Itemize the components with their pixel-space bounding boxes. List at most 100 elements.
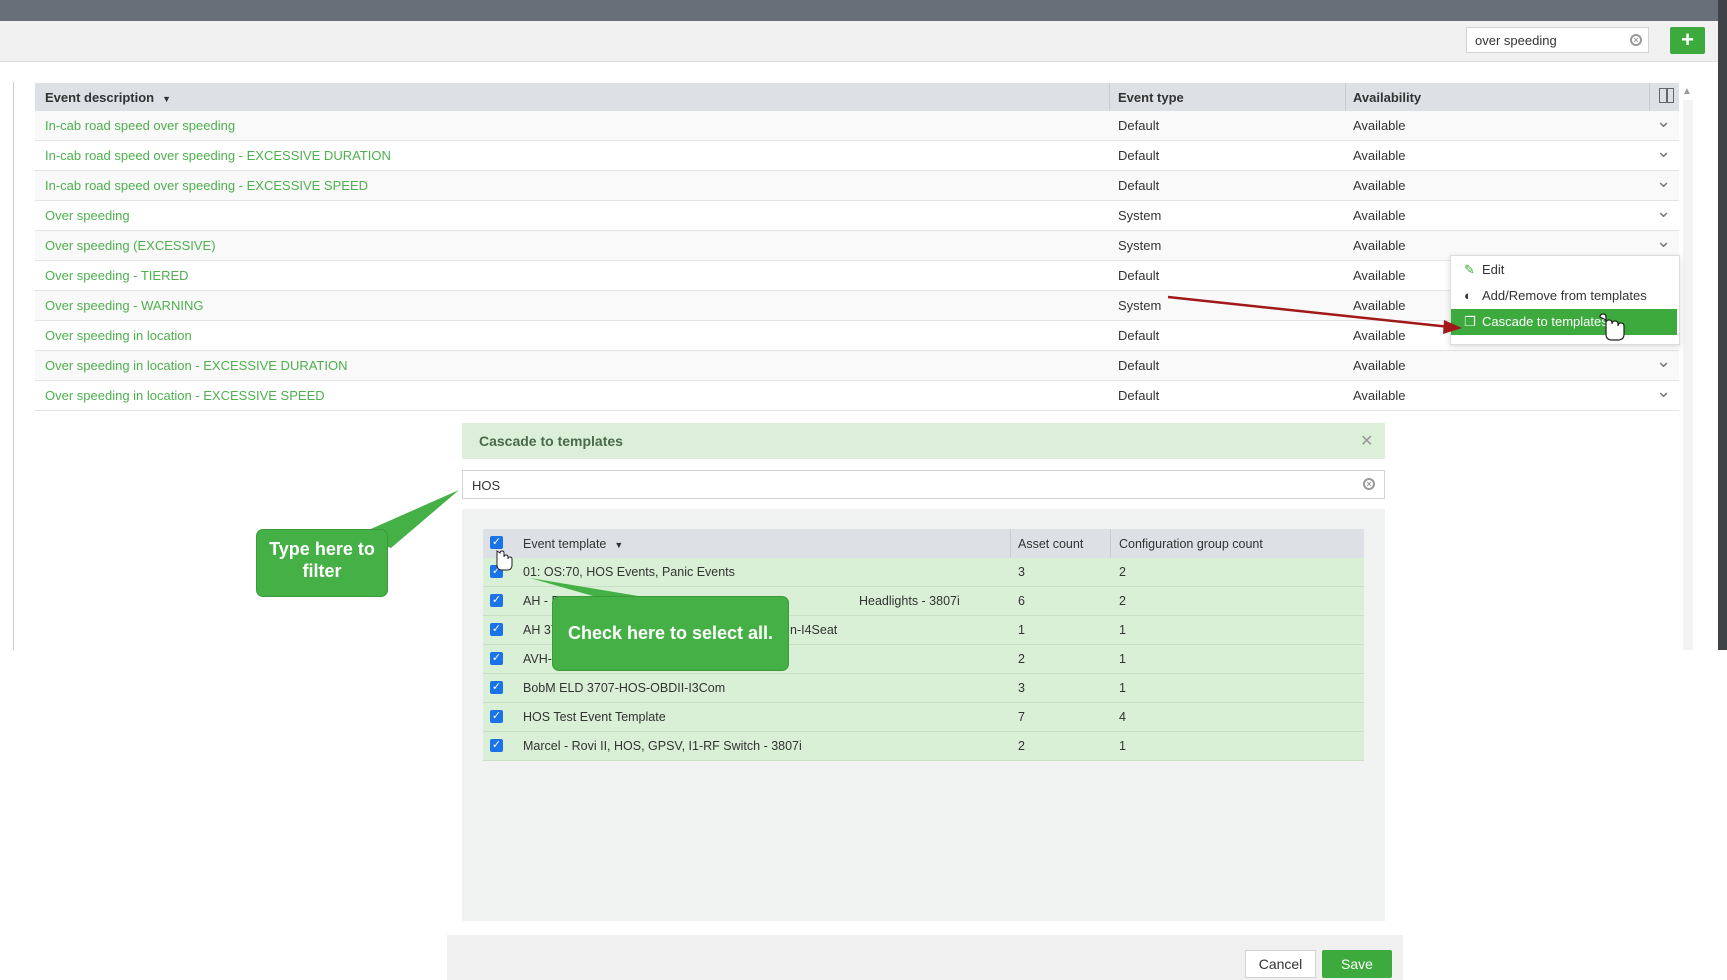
cancel-button[interactable]: Cancel bbox=[1245, 950, 1316, 978]
row-menu-chevron-icon[interactable]: ⌄ bbox=[1656, 231, 1671, 252]
row-menu-chevron-icon[interactable]: ⌄ bbox=[1656, 201, 1671, 222]
menu-item-label: Cascade to templates bbox=[1482, 314, 1608, 329]
column-header-template[interactable]: Event template ▼ bbox=[523, 537, 623, 551]
modal-title: Cascade to templates bbox=[479, 433, 623, 449]
event-type: Default bbox=[1118, 328, 1160, 343]
menu-item-cascade[interactable]: ❐ Cascade to templates bbox=[1451, 309, 1677, 335]
clear-filter-icon[interactable]: × bbox=[1363, 478, 1375, 490]
template-filter[interactable]: × bbox=[462, 470, 1385, 499]
row-menu-chevron-icon[interactable]: ⌄ bbox=[1656, 171, 1671, 192]
event-type: Default bbox=[1118, 148, 1160, 163]
event-description-link[interactable]: Over speeding - WARNING bbox=[45, 298, 203, 313]
row-checkbox[interactable]: ✓ bbox=[490, 739, 503, 752]
select-all-checkbox[interactable]: ✓ bbox=[490, 536, 503, 549]
grid-scrollbar[interactable] bbox=[1683, 100, 1693, 650]
config-group-count: 1 bbox=[1119, 652, 1126, 666]
event-type: Default bbox=[1118, 118, 1160, 133]
column-chooser-icon[interactable] bbox=[1659, 88, 1674, 103]
callout-filter: Type here to filter bbox=[257, 530, 387, 596]
left-panel-edge bbox=[0, 82, 14, 650]
availability: Available bbox=[1353, 268, 1406, 283]
availability: Available bbox=[1353, 358, 1406, 373]
config-group-count: 2 bbox=[1119, 594, 1126, 608]
column-header-assets[interactable]: Asset count bbox=[1018, 537, 1083, 551]
sort-desc-icon: ▼ bbox=[614, 539, 624, 550]
row-checkbox[interactable]: ✓ bbox=[490, 623, 503, 636]
save-button[interactable]: Save bbox=[1322, 950, 1392, 978]
availability: Available bbox=[1353, 148, 1406, 163]
availability: Available bbox=[1353, 118, 1406, 133]
menu-item-add-remove[interactable]: ◐ Add/Remove from templates bbox=[1451, 283, 1677, 309]
menu-item-label: Add/Remove from templates bbox=[1482, 288, 1647, 303]
template-name: Marcel - Rovi II, HOS, GPSV, I1-RF Switc… bbox=[523, 739, 802, 753]
table-row[interactable]: Over speeding System Available ⌄ bbox=[35, 201, 1679, 231]
add-button[interactable]: + bbox=[1670, 27, 1705, 54]
template-filter-input[interactable] bbox=[470, 477, 1324, 494]
column-header-type[interactable]: Event type bbox=[1118, 90, 1184, 105]
row-checkbox[interactable]: ✓ bbox=[490, 565, 503, 578]
row-menu-chevron-icon[interactable]: ⌄ bbox=[1656, 351, 1671, 372]
event-type: Default bbox=[1118, 388, 1160, 403]
search-input[interactable] bbox=[1473, 32, 1627, 49]
table-row[interactable]: In-cab road speed over speeding - EXCESS… bbox=[35, 141, 1679, 171]
event-description-link[interactable]: Over speeding (EXCESSIVE) bbox=[45, 238, 216, 253]
config-group-count: 1 bbox=[1119, 623, 1126, 637]
edit-icon: ✎ bbox=[1464, 262, 1475, 277]
row-menu-chevron-icon[interactable]: ⌄ bbox=[1656, 381, 1671, 402]
row-menu-chevron-icon[interactable]: ⌄ bbox=[1656, 111, 1671, 132]
template-row[interactable]: ✓ Marcel - Rovi II, HOS, GPSV, I1-RF Swit… bbox=[483, 732, 1364, 761]
config-group-count: 1 bbox=[1119, 681, 1126, 695]
toggle-icon: ◐ bbox=[1464, 288, 1472, 303]
event-description-link[interactable]: Over speeding in location - EXCESSIVE SP… bbox=[45, 388, 325, 403]
table-row[interactable]: Over speeding - TIEREDDefaultAvailable⌄ bbox=[35, 261, 1679, 291]
event-description-link[interactable]: Over speeding in location - EXCESSIVE DU… bbox=[45, 358, 348, 373]
search-box[interactable]: × bbox=[1466, 27, 1649, 53]
row-checkbox[interactable]: ✓ bbox=[490, 710, 503, 723]
column-header-availability[interactable]: Availability bbox=[1353, 90, 1421, 105]
table-row[interactable]: In-cab road speed over speeding - EXCESS… bbox=[35, 171, 1679, 201]
event-description-link[interactable]: In-cab road speed over speeding - EXCESS… bbox=[45, 148, 391, 163]
window-scrollbar[interactable] bbox=[1718, 0, 1727, 650]
template-row[interactable]: ✓ 01: OS:70, HOS Events, Panic Events 3 2 bbox=[483, 558, 1364, 587]
template-name-tail: Headlights - 3807i bbox=[859, 594, 960, 608]
event-description-link[interactable]: Over speeding bbox=[45, 208, 130, 223]
grid-header: Event description ▼ Event type Availabili… bbox=[35, 83, 1679, 111]
scroll-up-icon[interactable]: ▲ bbox=[1682, 86, 1694, 98]
plus-icon: + bbox=[1681, 27, 1694, 52]
event-description-link[interactable]: Over speeding in location bbox=[45, 328, 192, 343]
context-menu: ✎ Edit ◐ Add/Remove from templates ❐ Cas… bbox=[1450, 255, 1680, 345]
row-checkbox[interactable]: ✓ bbox=[490, 594, 503, 607]
event-description-link[interactable]: In-cab road speed over speeding bbox=[45, 118, 235, 133]
event-type: Default bbox=[1118, 268, 1160, 283]
table-row[interactable]: Over speeding (EXCESSIVE) System Available… bbox=[35, 231, 1679, 261]
availability: Available bbox=[1353, 178, 1406, 193]
table-row[interactable]: Over speeding - WARNINGSystemAvailable⌄ bbox=[35, 291, 1679, 321]
modal-header: Cascade to templates ✕ bbox=[462, 423, 1385, 459]
availability: Available bbox=[1353, 328, 1406, 343]
event-type: Default bbox=[1118, 358, 1160, 373]
availability: Available bbox=[1353, 388, 1406, 403]
events-grid: Event description ▼ Event type Availabili… bbox=[35, 83, 1679, 411]
column-header-groups[interactable]: Configuration group count bbox=[1119, 537, 1263, 551]
menu-item-edit[interactable]: ✎ Edit bbox=[1451, 257, 1677, 283]
table-row[interactable]: Over speeding in location - EXCESSIVE DU… bbox=[35, 351, 1679, 381]
event-description-link[interactable]: In-cab road speed over speeding - EXCESS… bbox=[45, 178, 368, 193]
table-row[interactable]: Over speeding in location Default Availabl… bbox=[35, 321, 1679, 351]
row-menu-chevron-icon[interactable]: ⌄ bbox=[1656, 141, 1671, 162]
availability: Available bbox=[1353, 298, 1406, 313]
callout-select-all: Check here to select all. bbox=[553, 597, 788, 670]
asset-count: 7 bbox=[1018, 710, 1025, 724]
row-checkbox[interactable]: ✓ bbox=[490, 681, 503, 694]
event-description-link[interactable]: Over speeding - TIERED bbox=[45, 268, 189, 283]
copy-icon: ❐ bbox=[1464, 314, 1476, 329]
table-row[interactable]: In-cab road speed over speeding Default Av… bbox=[35, 111, 1679, 141]
table-row[interactable]: Over speeding in location - EXCESSIVE SP… bbox=[35, 381, 1679, 411]
clear-search-icon[interactable]: × bbox=[1630, 34, 1642, 46]
close-icon[interactable]: ✕ bbox=[1360, 431, 1373, 451]
column-header-description[interactable]: Event description ▼ bbox=[45, 90, 171, 105]
config-group-count: 1 bbox=[1119, 739, 1126, 753]
template-row[interactable]: ✓ BobM ELD 3707-HOS-OBDII-I3Com 3 1 bbox=[483, 674, 1364, 703]
template-name: 01: OS:70, HOS Events, Panic Events bbox=[523, 565, 735, 579]
template-row[interactable]: ✓ HOS Test Event Template 7 4 bbox=[483, 703, 1364, 732]
row-checkbox[interactable]: ✓ bbox=[490, 652, 503, 665]
